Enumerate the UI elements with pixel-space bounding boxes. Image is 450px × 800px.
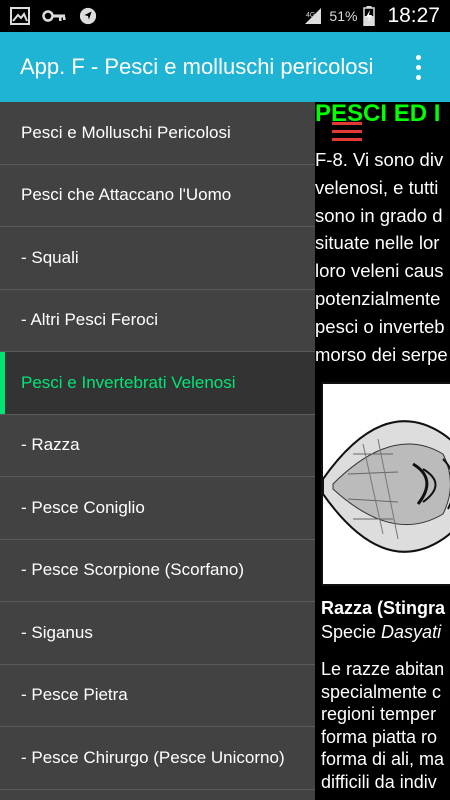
drawer-item-label: - Pesce Pietra [21, 685, 128, 705]
key-icon [42, 10, 66, 22]
status-bar: 4G 51% 18:27 [0, 0, 450, 32]
drawer-item-pesce-chirurgo[interactable]: - Pesce Chirurgo (Pesce Unicorno) [0, 727, 315, 790]
navigation-icon [79, 7, 97, 25]
app-bar: App. F - Pesci e molluschi pericolosi [0, 32, 450, 102]
paragraph-line: specialmente c [321, 681, 442, 702]
paragraph-line: loro veleni caus [315, 260, 444, 282]
paragraph-line: Le razze abitan [321, 659, 445, 679]
intro-paragraph: F-8. Vi sono div velenosi, e tutti sono … [315, 146, 450, 368]
figure-caption-species: Specie Dasyati [321, 622, 441, 643]
paragraph-line: situate nelle lor [315, 232, 440, 254]
battery-charging-icon [363, 6, 376, 26]
stingray-drawing [323, 420, 450, 553]
paragraph-line: velenosi, e tutti [315, 176, 439, 198]
figure-caption-title: Razza (Stingra [321, 598, 446, 618]
hamburger-menu-icon[interactable] [332, 122, 362, 144]
drawer-item-altri-pesci-feroci[interactable]: - Altri Pesci Feroci [0, 290, 315, 352]
species-name: Dasyati [381, 622, 442, 642]
navigation-drawer: Pesci e Molluschi Pericolosi Pesci che A… [0, 102, 315, 800]
paragraph-line: morso dei serpe [315, 343, 448, 365]
species-prefix: Specie [321, 622, 382, 642]
drawer-item-label: Pesci che Attaccano l'Uomo [21, 185, 232, 205]
drawer-item-pesci-attaccano-uomo[interactable]: Pesci che Attaccano l'Uomo [0, 165, 315, 227]
paragraph-line: forma piatta ro [321, 726, 438, 747]
drawer-item-pesce-coniglio[interactable]: - Pesce Coniglio [0, 477, 315, 540]
drawer-item-label: - Pesce Chirurgo (Pesce Unicorno) [21, 747, 285, 767]
body-paragraph: Le razze abitan specialmente c regioni t… [321, 658, 450, 793]
battery-percent: 51% [329, 8, 358, 24]
drawer-item-label: - Pesce Coniglio [21, 497, 145, 517]
paragraph-line: F-8. Vi sono div [315, 149, 444, 170]
paragraph-line: potenzialmente [315, 287, 441, 309]
drawer-item-label: Pesci e Molluschi Pericolosi [21, 122, 231, 142]
system-status: 4G 51% 18:27 [303, 4, 440, 28]
paragraph-line: pesci o inverteb [315, 315, 445, 337]
clock: 18:27 [387, 4, 440, 27]
drawer-item-razza[interactable]: - Razza [0, 415, 315, 477]
notification-icons [10, 7, 98, 25]
more-vert-icon[interactable] [406, 47, 430, 87]
drawer-item-label: Pesci e Invertebrati Velenosi [21, 372, 236, 392]
drawer-item-pesce-pietra[interactable]: - Pesce Pietra [0, 665, 315, 727]
paragraph-line: forma di ali, ma [321, 749, 445, 769]
drawer-item-pesci-invertebrati-velenosi[interactable]: Pesci e Invertebrati Velenosi [0, 352, 315, 415]
drawer-item-pesci-molluschi-pericolosi[interactable]: Pesci e Molluschi Pericolosi [0, 102, 315, 165]
paragraph-line: regioni temper [321, 704, 437, 724]
app-bar-title: App. F - Pesci e molluschi pericolosi [20, 54, 374, 79]
drawer-item-label: - Siganus [21, 622, 93, 642]
drawer-item-siganus[interactable]: - Siganus [0, 602, 315, 665]
drawer-item-squali[interactable]: - Squali [0, 227, 315, 290]
drawer-item-label: - Altri Pesci Feroci [21, 310, 158, 330]
drawer-item-label: - Razza [21, 435, 80, 455]
paragraph-line: difficili da indiv [321, 771, 437, 792]
signal-icon: 4G [305, 8, 322, 24]
drawer-item-label: - Pesce Scorpione (Scorfano) [21, 560, 244, 580]
stingray-illustration [321, 382, 450, 586]
drawer-item-pesce-scorpione[interactable]: - Pesce Scorpione (Scorfano) [0, 540, 315, 602]
article-content: PESCI ED I F-8. Vi sono div velenosi, e … [315, 102, 450, 800]
svg-text:4G: 4G [306, 12, 315, 19]
image-icon [10, 7, 30, 25]
paragraph-line: sono in grado d [315, 204, 443, 226]
drawer-item-label: - Squali [21, 247, 79, 267]
